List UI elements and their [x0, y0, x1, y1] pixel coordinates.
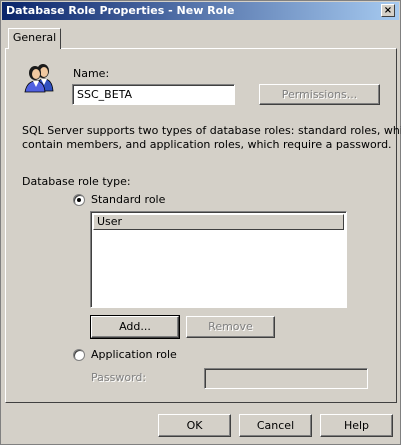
- help-button[interactable]: Help: [320, 414, 393, 437]
- database-role-icon: [23, 61, 55, 93]
- password-input[interactable]: [204, 368, 368, 389]
- ok-button[interactable]: OK: [158, 414, 231, 437]
- window-title: Database Role Properties - New Role: [6, 4, 235, 17]
- remove-button[interactable]: Remove: [186, 316, 275, 338]
- tab-general[interactable]: General: [8, 28, 61, 49]
- application-role-label[interactable]: Application role: [91, 348, 177, 361]
- add-button-label: Add...: [119, 320, 151, 333]
- remove-button-label: Remove: [208, 320, 253, 333]
- close-button[interactable]: ×: [381, 4, 395, 17]
- close-icon: ×: [383, 5, 393, 16]
- name-input[interactable]: SSC_BETA: [72, 84, 235, 105]
- name-input-value: SSC_BETA: [77, 88, 133, 101]
- permissions-button[interactable]: Permissions...: [259, 84, 380, 105]
- password-label: Password:: [91, 371, 147, 384]
- column-header-user-label: User: [97, 215, 123, 228]
- cancel-button[interactable]: Cancel: [239, 414, 312, 437]
- ok-button-label: OK: [186, 419, 203, 432]
- role-type-label: Database role type:: [22, 175, 131, 188]
- role-members-list[interactable]: User: [90, 211, 347, 308]
- tab-general-label: General: [12, 31, 57, 44]
- radio-selected-dot: [77, 198, 81, 202]
- application-role-radio[interactable]: [73, 349, 85, 361]
- dialog-window: Database Role Properties - New Role × Ge…: [0, 0, 401, 445]
- standard-role-radio[interactable]: [73, 194, 85, 206]
- description-line-1: SQL Server supports two types of databas…: [22, 124, 401, 137]
- standard-role-label[interactable]: Standard role: [91, 193, 165, 206]
- title-bar[interactable]: Database Role Properties - New Role ×: [2, 2, 399, 20]
- name-label: Name:: [73, 67, 110, 80]
- cancel-button-label: Cancel: [256, 419, 295, 432]
- column-header-user[interactable]: User: [93, 214, 344, 230]
- add-button[interactable]: Add...: [90, 315, 180, 339]
- permissions-button-label: Permissions...: [281, 88, 358, 101]
- description-line-2: contain members, and application roles, …: [22, 138, 392, 151]
- help-button-label: Help: [343, 419, 370, 432]
